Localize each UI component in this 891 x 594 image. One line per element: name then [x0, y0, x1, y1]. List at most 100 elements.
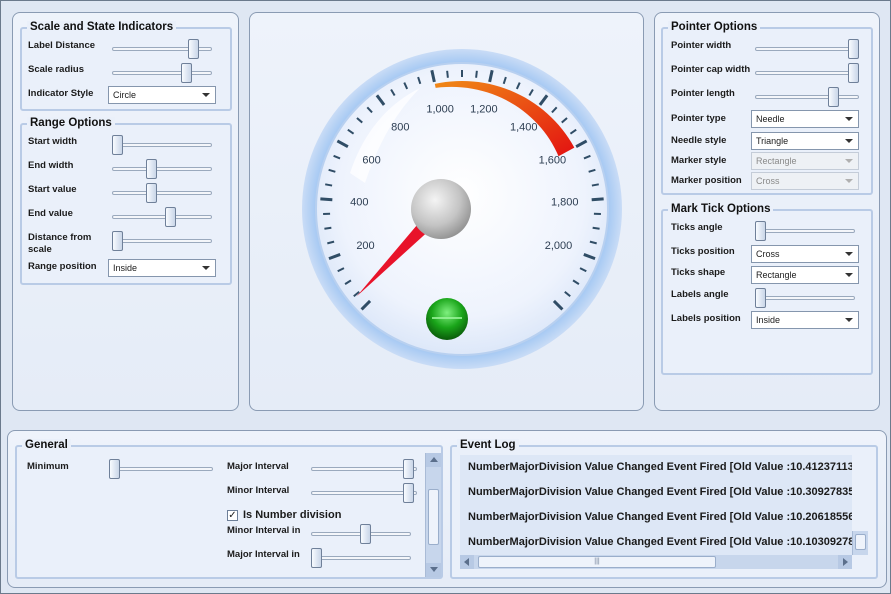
pointer-options-title: Pointer Options	[668, 21, 761, 33]
scale-radius-label: Scale radius	[28, 64, 84, 75]
scroll-right-button[interactable]	[838, 555, 852, 569]
mark-tick-options-title: Mark Tick Options	[668, 203, 774, 215]
slider-thumb[interactable]	[403, 459, 414, 479]
pointer-width-slider[interactable]	[755, 39, 859, 59]
start-width-slider[interactable]	[112, 135, 212, 155]
log-line: NumberMajorDivision Value Changed Event …	[468, 511, 852, 523]
hscroll-thumb[interactable]: |||	[478, 556, 716, 568]
minimum-slider[interactable]	[109, 459, 213, 479]
labels-position-value: Inside	[756, 315, 781, 325]
scroll-thumb[interactable]	[855, 534, 866, 550]
major-interval-in-slider[interactable]	[311, 548, 411, 568]
minor-tick	[325, 183, 333, 187]
scroll-down-button[interactable]	[426, 563, 441, 577]
start-value-label: Start value	[28, 184, 77, 195]
ticks-shape-value: Rectangle	[756, 270, 797, 280]
ticks-shape-label: Ticks shape	[671, 267, 726, 278]
is-number-division-checkbox[interactable]: ✓	[227, 510, 238, 521]
slider-thumb[interactable]	[188, 39, 199, 59]
pointer-type-value: Needle	[756, 114, 785, 124]
ticks-angle-label: Ticks angle	[671, 222, 723, 233]
minor-tick	[592, 226, 600, 230]
slider-thumb[interactable]	[403, 483, 414, 503]
chevron-down-icon	[845, 252, 853, 256]
slider-thumb[interactable]	[848, 63, 859, 83]
pointer-type-label: Pointer type	[671, 113, 726, 124]
slider-thumb[interactable]	[146, 183, 157, 203]
slider-thumb[interactable]	[109, 459, 120, 479]
range-position-combo[interactable]: Inside	[108, 259, 216, 277]
labels-position-label: Labels position	[671, 313, 741, 324]
ticks-position-combo[interactable]: Cross	[751, 245, 859, 263]
event-log-vertical-scrollbar[interactable]	[852, 531, 868, 555]
general-group: General Minimum Major Interval Minor Int…	[15, 439, 443, 579]
right-settings-panel: Pointer Options Pointer width Pointer ca…	[654, 12, 880, 411]
marker-position-label: Marker position	[671, 175, 742, 186]
end-value-slider[interactable]	[112, 207, 212, 227]
gauge-scale-label: 1,000	[426, 103, 454, 115]
needle-style-combo[interactable]: Triangle	[751, 132, 859, 150]
slider-thumb[interactable]	[181, 63, 192, 83]
slider-thumb[interactable]	[360, 524, 371, 544]
minor-interval-slider[interactable]	[311, 483, 417, 503]
event-log-horizontal-scrollbar[interactable]: |||	[460, 555, 852, 569]
labels-angle-label: Labels angle	[671, 289, 729, 300]
slider-thumb[interactable]	[828, 87, 839, 107]
slider-thumb[interactable]	[165, 207, 176, 227]
pointer-cap-width-slider[interactable]	[755, 63, 859, 83]
end-width-slider[interactable]	[112, 159, 212, 179]
labels-angle-slider[interactable]	[755, 288, 855, 308]
label-distance-slider[interactable]	[112, 39, 212, 59]
scale-indicators-title: Scale and State Indicators	[27, 21, 177, 33]
label-distance-label: Label Distance	[28, 40, 96, 51]
slider-thumb[interactable]	[311, 548, 322, 568]
range-options-title: Range Options	[27, 117, 115, 129]
range-position-label: Range position	[28, 261, 97, 272]
led-highlight	[432, 317, 462, 319]
ticks-angle-slider[interactable]	[755, 221, 855, 241]
log-line: NumberMajorDivision Value Changed Event …	[468, 486, 852, 498]
marker-position-combo: Cross	[751, 172, 859, 190]
pointer-length-label: Pointer length	[671, 88, 735, 99]
gauge-scale-label: 800	[391, 122, 409, 134]
minor-interval-label: Minor Interval	[227, 485, 290, 496]
ticks-position-label: Ticks position	[671, 246, 735, 257]
arrow-left-icon	[464, 558, 469, 566]
log-line: NumberMajorDivision Value Changed Event …	[468, 536, 852, 548]
major-interval-slider[interactable]	[311, 459, 417, 479]
pointer-length-slider[interactable]	[755, 87, 859, 107]
minor-interval-in-label: Minor Interval in	[227, 525, 301, 536]
chevron-down-icon	[845, 318, 853, 322]
chevron-down-icon	[845, 139, 853, 143]
slider-thumb[interactable]	[112, 231, 123, 251]
gauge-scale-label: 400	[350, 197, 368, 209]
scale-radius-slider[interactable]	[112, 63, 212, 83]
minor-tick	[446, 70, 449, 78]
gauge-scale-label: 1,400	[510, 122, 538, 134]
start-value-slider[interactable]	[112, 183, 212, 203]
scroll-thumb[interactable]	[428, 489, 439, 545]
slider-thumb[interactable]	[755, 288, 766, 308]
gauge-scale-label: 1,600	[539, 155, 567, 167]
slider-thumb[interactable]	[146, 159, 157, 179]
distance-from-scale-slider[interactable]	[112, 231, 212, 251]
scroll-left-button[interactable]	[460, 555, 474, 569]
end-value-label: End value	[28, 208, 73, 219]
event-log-list[interactable]: NumberMajorDivision Value Changed Event …	[460, 455, 852, 555]
event-log-title: Event Log	[457, 439, 519, 451]
scroll-up-button[interactable]	[426, 453, 441, 467]
gauge-scale-label: 600	[362, 155, 380, 167]
pointer-type-combo[interactable]: Needle	[751, 110, 859, 128]
slider-thumb[interactable]	[848, 39, 859, 59]
minor-interval-in-slider[interactable]	[311, 524, 411, 544]
general-vertical-scrollbar[interactable]	[425, 453, 441, 577]
indicator-style-combo[interactable]: Circle	[108, 86, 216, 104]
chevron-down-icon	[202, 93, 210, 97]
slider-thumb[interactable]	[112, 135, 123, 155]
labels-position-combo[interactable]: Inside	[751, 311, 859, 329]
end-width-label: End width	[28, 160, 74, 171]
is-number-division-label: Is Number division	[243, 509, 342, 521]
ticks-shape-combo[interactable]: Rectangle	[751, 266, 859, 284]
slider-thumb[interactable]	[755, 221, 766, 241]
distance-from-scale-label: Distance from scale	[28, 232, 92, 255]
